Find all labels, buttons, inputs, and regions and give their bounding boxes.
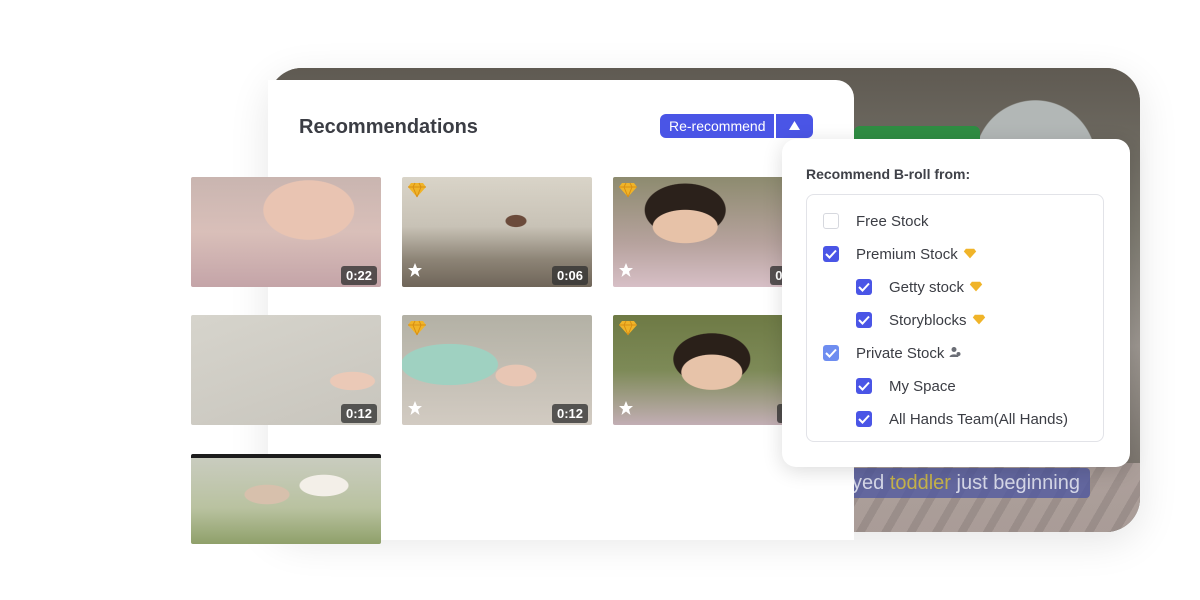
rerecommend-dropdown-toggle[interactable] — [776, 114, 814, 138]
video-caption: yed toddler just beginning — [840, 468, 1090, 498]
premium-gem-icon — [969, 279, 983, 296]
option-label: Getty stock — [889, 278, 965, 296]
rerecommend-group: Re-recommend — [660, 114, 814, 138]
thumbnail-2[interactable]: 0:06 — [402, 177, 592, 287]
recommendations-panel: Recommendations Re-recommend 0:22 0:06 0… — [191, 80, 854, 544]
thumbnail-6[interactable]: 0: — [613, 315, 803, 425]
favorite-star-icon[interactable] — [618, 400, 634, 421]
popover-title: Recommend B-roll from: — [806, 166, 971, 182]
option-getty-stock[interactable]: Getty stock — [856, 277, 983, 297]
option-label: Premium Stock — [856, 245, 958, 263]
option-premium-stock[interactable]: Premium Stock — [823, 244, 977, 264]
checkbox-checked[interactable] — [823, 345, 839, 361]
option-free-stock[interactable]: Free Stock — [823, 211, 929, 231]
premium-gem-icon — [963, 246, 977, 263]
premium-gem-icon — [407, 182, 427, 203]
option-label: Free Stock — [856, 212, 929, 230]
broll-source-popover: Recommend B-roll from: Free Stock Premiu… — [782, 139, 1130, 467]
thumbnail-5[interactable]: 0:12 — [402, 315, 592, 425]
option-label: My Space — [889, 377, 956, 395]
duration-badge: 0:12 — [340, 404, 377, 423]
panel-title: Recommendations — [299, 116, 478, 138]
thumbnail-image — [613, 315, 803, 425]
option-storyblocks[interactable]: Storyblocks — [856, 310, 986, 330]
option-private-stock[interactable]: Private Stock — [823, 343, 961, 363]
checkbox-checked[interactable] — [856, 279, 872, 295]
duration-badge: 0:22 — [340, 266, 377, 285]
favorite-star-icon[interactable] — [618, 262, 634, 283]
duration-badge: 0:12 — [551, 404, 588, 423]
checkbox-checked[interactable] — [856, 312, 872, 328]
thumbnail-4[interactable]: 0:12 — [191, 315, 381, 425]
source-options-list: Free Stock Premium Stock Getty stock Sto… — [806, 194, 1104, 442]
checkbox-checked[interactable] — [856, 378, 872, 394]
premium-gem-icon — [618, 320, 638, 341]
favorite-star-icon[interactable] — [407, 262, 423, 283]
favorite-star-icon[interactable] — [407, 400, 423, 421]
option-label: Storyblocks — [889, 311, 967, 329]
option-label: Private Stock — [856, 344, 945, 362]
thumbnail-image — [191, 454, 381, 544]
option-all-hands-team[interactable]: All Hands Team(All Hands) — [856, 409, 1068, 429]
caption-highlight: toddler — [889, 472, 951, 494]
premium-gem-icon — [407, 320, 427, 341]
checkbox-checked[interactable] — [823, 246, 839, 262]
duration-badge: 0:06 — [551, 266, 588, 285]
caret-up-icon — [789, 121, 801, 130]
option-my-space[interactable]: My Space — [856, 376, 956, 396]
thumbnail-1[interactable]: 0:22 — [191, 177, 381, 287]
checkbox-checked[interactable] — [856, 411, 872, 427]
rerecommend-button[interactable]: Re-recommend — [660, 114, 775, 138]
person-icon — [949, 345, 961, 362]
thumbnail-3[interactable]: 0:2 — [613, 177, 803, 287]
option-label: All Hands Team(All Hands) — [889, 410, 1068, 428]
checkbox-unchecked[interactable] — [823, 213, 839, 229]
premium-gem-icon — [972, 312, 986, 329]
thumbnail-7[interactable] — [191, 454, 381, 544]
premium-gem-icon — [618, 182, 638, 203]
